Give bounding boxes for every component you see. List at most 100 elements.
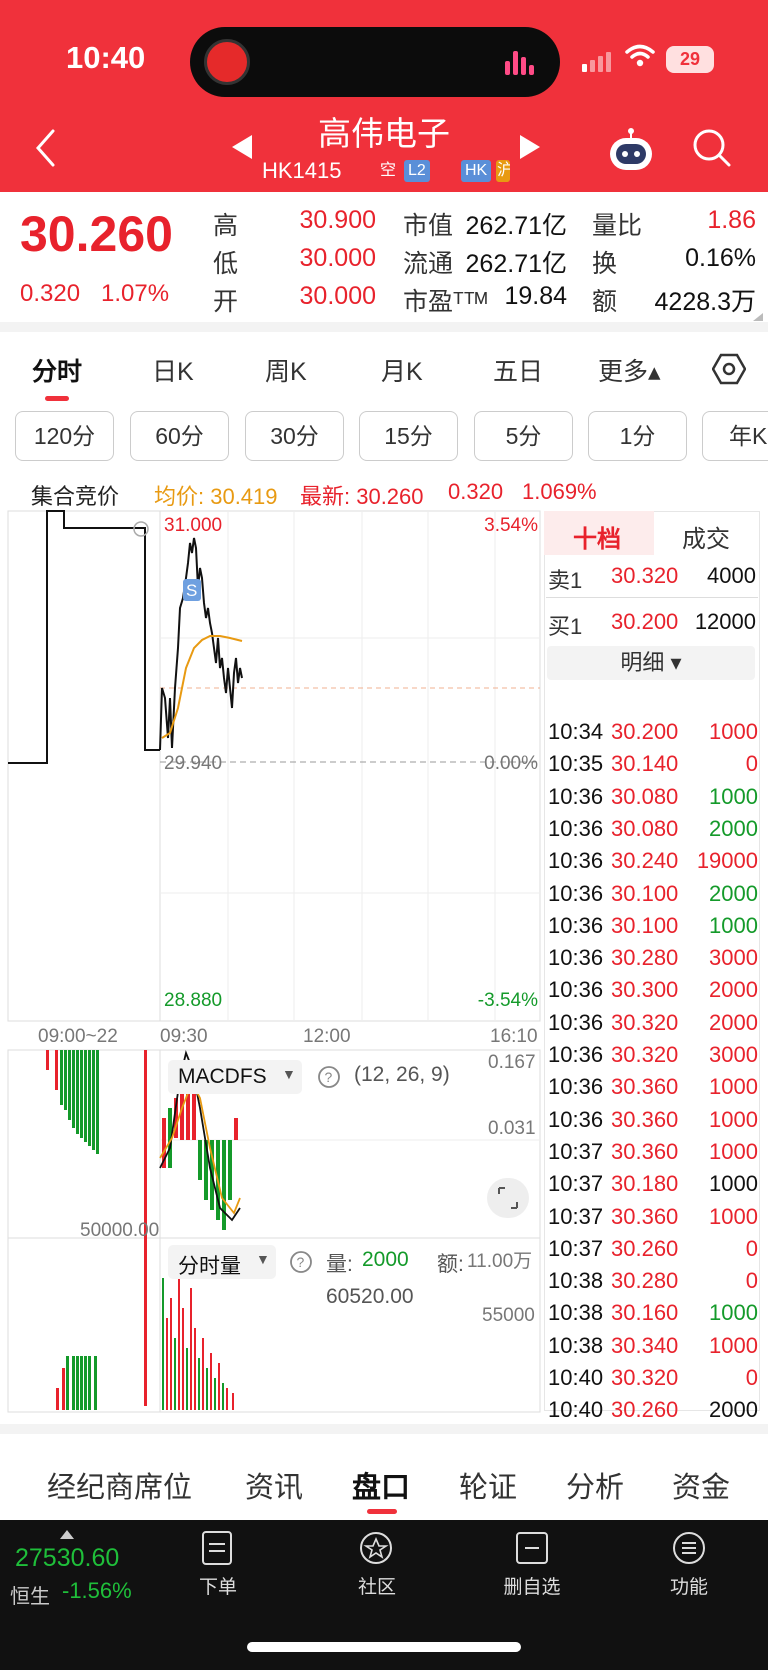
index-pct: -1.56% — [62, 1578, 132, 1603]
order-icon[interactable] — [200, 1530, 234, 1566]
trade-price: 30.160 — [611, 1300, 679, 1326]
trade-row: 10:37 30.180 1000 — [546, 1168, 760, 1200]
signal-icon — [582, 52, 611, 72]
expand-up-icon[interactable] — [60, 1530, 74, 1539]
ask1-price: 30.320 — [611, 563, 679, 588]
trade-price: 30.360 — [611, 1203, 679, 1229]
low-value: 30.000 — [299, 244, 376, 272]
time-label-noon: 12:00 — [303, 1026, 351, 1047]
trade-time: 10:37 — [548, 1138, 604, 1164]
fullscreen-button[interactable] — [487, 1178, 529, 1218]
nav-community-label[interactable]: 社区 — [352, 1572, 402, 1599]
trade-time: 10:40 — [548, 1365, 604, 1390]
trade-time: 10:37 — [548, 1171, 604, 1197]
tab-daily-k[interactable]: 日K — [152, 352, 194, 388]
auction-price-line — [8, 510, 160, 764]
tab-trades[interactable]: 成交 — [682, 519, 730, 554]
macd-selector[interactable]: MACDFS ▼ — [168, 1060, 302, 1094]
search-icon[interactable] — [692, 128, 732, 168]
tag-hk: HK — [461, 160, 492, 182]
tab-broker-queue[interactable]: 经纪商席位 — [47, 1464, 192, 1506]
trade-time: 10:37 — [548, 1203, 604, 1229]
trade-price: 30.260 — [611, 1397, 679, 1423]
trade-price: 30.200 — [611, 719, 679, 744]
trade-qty: 0 — [745, 1268, 758, 1294]
trade-price: 30.320 — [611, 1042, 679, 1067]
trade-row: 10:38 30.160 1000 — [546, 1297, 760, 1329]
volume-selector[interactable]: 分时量 ▼ — [168, 1245, 276, 1279]
chevron-down-icon: ▼ — [282, 1066, 296, 1082]
pct-axis-mid: 0.00% — [484, 753, 538, 774]
trade-qty: 1000 — [709, 1074, 758, 1100]
next-stock-icon[interactable] — [520, 135, 540, 159]
interval-year-k[interactable]: 年K — [702, 411, 768, 461]
turnover-label: 换 — [592, 250, 618, 278]
y-axis-max: 31.000 — [164, 515, 223, 536]
time-label-close: 16:10 — [490, 1026, 538, 1047]
nav-order-label[interactable]: 下单 — [193, 1572, 243, 1599]
tab-intraday[interactable]: 分时 — [32, 352, 82, 388]
tab-more[interactable]: 更多▴ — [598, 352, 661, 388]
tab-warrants[interactable]: 轮证 — [459, 1464, 517, 1506]
trade-row: 10:37 30.360 1000 — [546, 1136, 760, 1168]
trade-price: 30.360 — [611, 1138, 679, 1164]
float-value: 262.71亿 — [465, 250, 567, 278]
expand-corner-icon[interactable] — [752, 312, 764, 322]
nav-functions-label[interactable]: 功能 — [664, 1572, 714, 1599]
trade-qty: 2000 — [709, 880, 758, 906]
trade-qty: 2000 — [709, 1397, 758, 1423]
trade-row: 10:40 30.320 0 — [546, 1362, 760, 1394]
trade-row: 10:40 30.260 2000 — [546, 1394, 760, 1426]
trade-row: 10:36 30.100 2000 — [546, 878, 760, 910]
tab-capital[interactable]: 资金 — [672, 1464, 730, 1506]
chevron-down-icon: ▼ — [256, 1251, 270, 1267]
interval-60m[interactable]: 60分 — [130, 411, 229, 461]
tab-weekly-k[interactable]: 周K — [265, 352, 307, 388]
vol-ratio-value: 1.86 — [707, 206, 756, 234]
tab-ten-levels-label: 十档 — [573, 526, 621, 553]
auction-label: 集合竞价 — [31, 484, 120, 509]
menu-icon[interactable] — [671, 1530, 707, 1566]
interval-1m[interactable]: 1分 — [588, 411, 687, 461]
pe-value: 19.84 — [504, 282, 567, 310]
y-axis-mid: 29.940 — [164, 753, 223, 774]
tab-order-book[interactable]: 盘口 — [352, 1464, 410, 1506]
trade-time: 10:36 — [548, 912, 604, 938]
interval-30m[interactable]: 30分 — [245, 411, 344, 461]
header-bar: 10:40 29 高伟电子 HK1415 空 L2 HK 沪 — [0, 0, 768, 192]
interval-5m[interactable]: 5分 — [474, 411, 573, 461]
open-label: 开 — [213, 288, 239, 316]
trade-time: 10:36 — [548, 945, 604, 971]
interval-15m[interactable]: 15分 — [359, 411, 458, 461]
amt-label: 额: — [437, 1253, 464, 1276]
mktcap-value: 262.71亿 — [465, 212, 567, 240]
tab-monthly-k[interactable]: 月K — [381, 352, 423, 388]
trade-qty: 0 — [745, 1235, 758, 1261]
tab-five-day[interactable]: 五日 — [493, 352, 543, 388]
macd-axis-mid: 0.031 — [488, 1118, 536, 1139]
trade-qty: 1000 — [709, 783, 758, 809]
tab-underline — [45, 396, 69, 401]
battery-indicator: 29 — [666, 46, 714, 73]
tab-news[interactable]: 资讯 — [245, 1464, 303, 1506]
nav-remove-watchlist-label[interactable]: 删自选 — [497, 1572, 567, 1599]
pct-axis-max: 3.54% — [484, 515, 538, 536]
index-value[interactable]: 27530.60 — [15, 1544, 119, 1573]
community-icon[interactable] — [358, 1530, 394, 1566]
trade-time: 10:38 — [548, 1268, 604, 1294]
help-icon[interactable]: ? — [317, 1065, 341, 1089]
trade-qty: 2000 — [709, 1009, 758, 1035]
index-name: 恒生 — [10, 1586, 50, 1608]
interval-120m[interactable]: 120分 — [15, 411, 114, 461]
remove-watchlist-icon[interactable] — [514, 1530, 550, 1566]
robot-assistant-icon[interactable] — [606, 126, 656, 172]
help-icon[interactable]: ? — [289, 1250, 313, 1274]
trade-price: 30.100 — [611, 912, 679, 938]
vol-avg-value: 60520.00 — [326, 1285, 414, 1308]
trade-price: 30.100 — [611, 880, 679, 906]
detail-toggle[interactable]: 明细 ▾ — [547, 646, 755, 680]
low-label: 低 — [213, 250, 239, 278]
tab-analysis[interactable]: 分析 — [566, 1464, 624, 1506]
settings-icon[interactable] — [712, 352, 746, 386]
trade-price: 30.140 — [611, 751, 679, 777]
